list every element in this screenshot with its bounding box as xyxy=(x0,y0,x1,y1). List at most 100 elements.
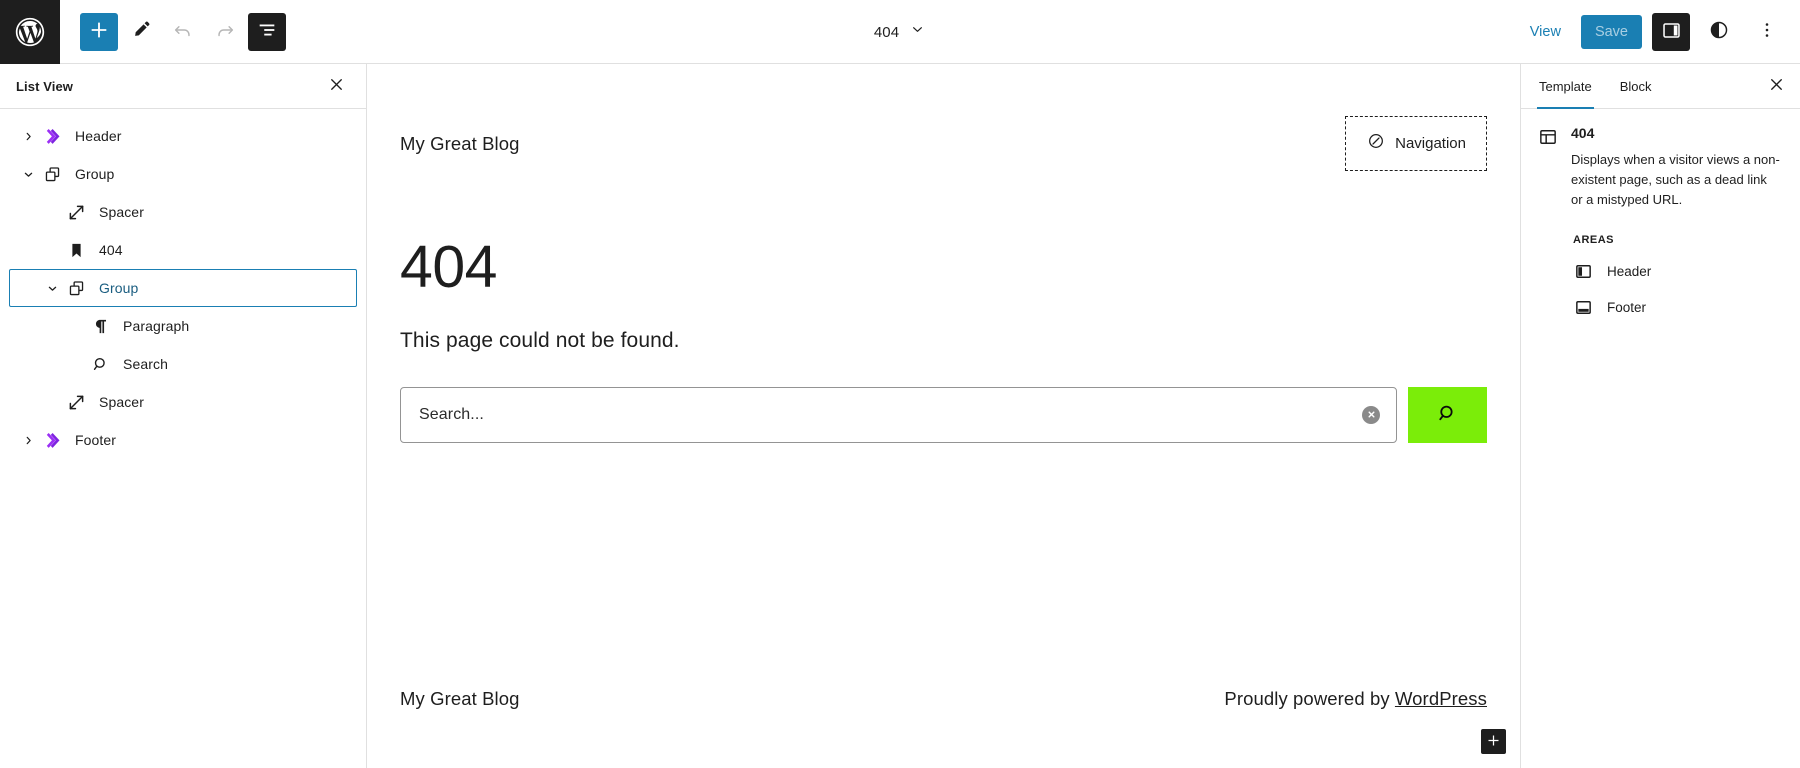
save-button[interactable]: Save xyxy=(1581,15,1642,49)
bookmark-query-title-icon xyxy=(64,238,88,262)
areas-section-label: AREAS xyxy=(1573,234,1784,246)
list-view-item-header-0[interactable]: Header xyxy=(9,117,357,155)
area-item-label: Header xyxy=(1607,264,1651,279)
close-x-icon xyxy=(327,75,346,97)
error-message-paragraph[interactable]: This page could not be found. xyxy=(400,329,1487,353)
navigation-block-placeholder[interactable]: Navigation xyxy=(1345,116,1487,171)
tools-edit-button[interactable] xyxy=(122,13,160,51)
list-view-item-label: 404 xyxy=(99,242,123,258)
list-view-item-footer-8[interactable]: Footer xyxy=(9,421,357,459)
navigation-placeholder-label: Navigation xyxy=(1395,135,1466,152)
undo-button[interactable] xyxy=(164,13,202,51)
undo-arrow-icon xyxy=(172,19,194,44)
plus-icon xyxy=(1486,733,1501,751)
list-view-item-group-4[interactable]: Group xyxy=(9,269,357,307)
editor-header-bar: 404 View Save xyxy=(0,0,1800,64)
editor-header-right-tools: View Save xyxy=(1520,13,1800,51)
footer-credit: Proudly powered by WordPress xyxy=(1224,688,1487,710)
list-view-close-button[interactable] xyxy=(320,70,352,102)
canvas-footer-area: My Great Blog Proudly powered by WordPre… xyxy=(400,688,1487,768)
clear-circle-x-icon[interactable] xyxy=(1362,406,1380,424)
search-submit-button[interactable] xyxy=(1408,387,1487,443)
settings-sidebar-toggle-button[interactable] xyxy=(1652,13,1690,51)
template-part-diamond-icon xyxy=(40,124,64,148)
settings-panel-body: 404 Displays when a visitor views a non-… xyxy=(1521,109,1800,318)
settings-tab-list: TemplateBlock xyxy=(1521,64,1800,109)
list-view-item-label: Header xyxy=(75,128,122,144)
list-view-item-label: Search xyxy=(123,356,168,372)
list-view-item-spacer-7[interactable]: Spacer xyxy=(9,383,357,421)
footer-site-title[interactable]: My Great Blog xyxy=(400,688,520,710)
spacer-resize-icon xyxy=(64,390,88,414)
list-view-tree: Header Group Spacer 404 Group Paragraph Search… xyxy=(0,109,366,459)
magnifier-search-icon xyxy=(1435,401,1460,429)
footer-credit-prefix: Proudly powered by xyxy=(1224,688,1395,709)
template-name: 404 xyxy=(1571,125,1781,141)
area-header-layout-icon xyxy=(1573,261,1594,282)
search-block: Search... xyxy=(400,387,1487,443)
area-footer-layout-icon xyxy=(1573,297,1594,318)
list-view-item-404-3[interactable]: 404 xyxy=(9,231,357,269)
wordpress-logo-button[interactable] xyxy=(0,0,60,64)
options-menu-button[interactable] xyxy=(1748,13,1786,51)
search-input-field[interactable]: Search... xyxy=(400,387,1397,443)
areas-list: Header Footer xyxy=(1537,261,1784,318)
list-view-item-search-6[interactable]: Search xyxy=(9,345,357,383)
close-x-icon xyxy=(1767,75,1786,97)
site-title-block[interactable]: My Great Blog xyxy=(400,133,520,155)
area-item-header[interactable]: Header xyxy=(1573,261,1784,282)
list-view-item-label: Footer xyxy=(75,432,116,448)
list-view-item-label: Paragraph xyxy=(123,318,189,334)
canvas-add-block-button[interactable] xyxy=(1481,729,1506,754)
pencil-edit-icon xyxy=(130,19,152,44)
settings-close-button[interactable] xyxy=(1760,70,1792,102)
tab-template[interactable]: Template xyxy=(1525,64,1606,108)
list-view-panel: List View Header Group Spacer 404 Group Parag… xyxy=(0,64,367,768)
add-block-button[interactable] xyxy=(80,13,118,51)
list-view-header: List View xyxy=(0,64,366,109)
list-view-item-label: Group xyxy=(75,166,114,182)
view-link[interactable]: View xyxy=(1520,18,1571,46)
template-canvas: My Great Blog Navigation 404 This pag xyxy=(367,64,1520,768)
error-code-heading[interactable]: 404 xyxy=(400,237,1487,299)
list-view-item-label: Spacer xyxy=(99,204,144,220)
chevron-right-icon[interactable] xyxy=(16,124,40,148)
document-title-text: 404 xyxy=(874,24,899,41)
editor-canvas-region: My Great Blog Navigation 404 This pag xyxy=(367,64,1520,768)
list-view-item-label: Spacer xyxy=(99,394,144,410)
plus-icon xyxy=(88,19,110,44)
chevron-down-icon[interactable] xyxy=(40,276,64,300)
wordpress-logo-icon xyxy=(13,15,47,49)
template-part-diamond-icon xyxy=(40,428,64,452)
contrast-half-circle-icon xyxy=(1708,19,1730,44)
editor-header-left-tools xyxy=(60,13,286,51)
chevron-right-icon[interactable] xyxy=(16,428,40,452)
list-view-item-paragraph-5[interactable]: Paragraph xyxy=(9,307,357,345)
chevron-down-icon xyxy=(909,21,926,43)
tab-block[interactable]: Block xyxy=(1606,64,1666,108)
chevron-down-icon[interactable] xyxy=(16,162,40,186)
document-title-button[interactable]: 404 xyxy=(864,16,936,48)
site-editor-app: 404 View Save xyxy=(0,0,1800,768)
circle-slash-navigation-icon xyxy=(1366,131,1386,156)
template-description: Displays when a visitor views a non-exis… xyxy=(1571,150,1781,210)
list-view-title: List View xyxy=(16,79,73,94)
list-view-item-group-1[interactable]: Group xyxy=(9,155,357,193)
template-summary: 404 Displays when a visitor views a non-… xyxy=(1537,125,1784,210)
three-dots-vertical-icon xyxy=(1757,20,1777,43)
styles-button[interactable] xyxy=(1700,13,1738,51)
group-blocks-icon xyxy=(40,162,64,186)
wordpress-credit-link[interactable]: WordPress xyxy=(1395,688,1487,709)
editor-body: List View Header Group Spacer 404 Group Parag… xyxy=(0,64,1800,768)
group-blocks-icon xyxy=(64,276,88,300)
settings-sidebar: TemplateBlock xyxy=(1520,64,1800,768)
sidebar-panel-icon xyxy=(1660,19,1683,45)
redo-button[interactable] xyxy=(206,13,244,51)
list-view-item-spacer-2[interactable]: Spacer xyxy=(9,193,357,231)
list-view-icon xyxy=(256,19,278,44)
pilcrow-paragraph-icon xyxy=(88,314,112,338)
redo-arrow-icon xyxy=(214,19,236,44)
list-view-toggle-button[interactable] xyxy=(248,13,286,51)
area-item-footer[interactable]: Footer xyxy=(1573,297,1784,318)
magnifier-search-icon xyxy=(88,352,112,376)
